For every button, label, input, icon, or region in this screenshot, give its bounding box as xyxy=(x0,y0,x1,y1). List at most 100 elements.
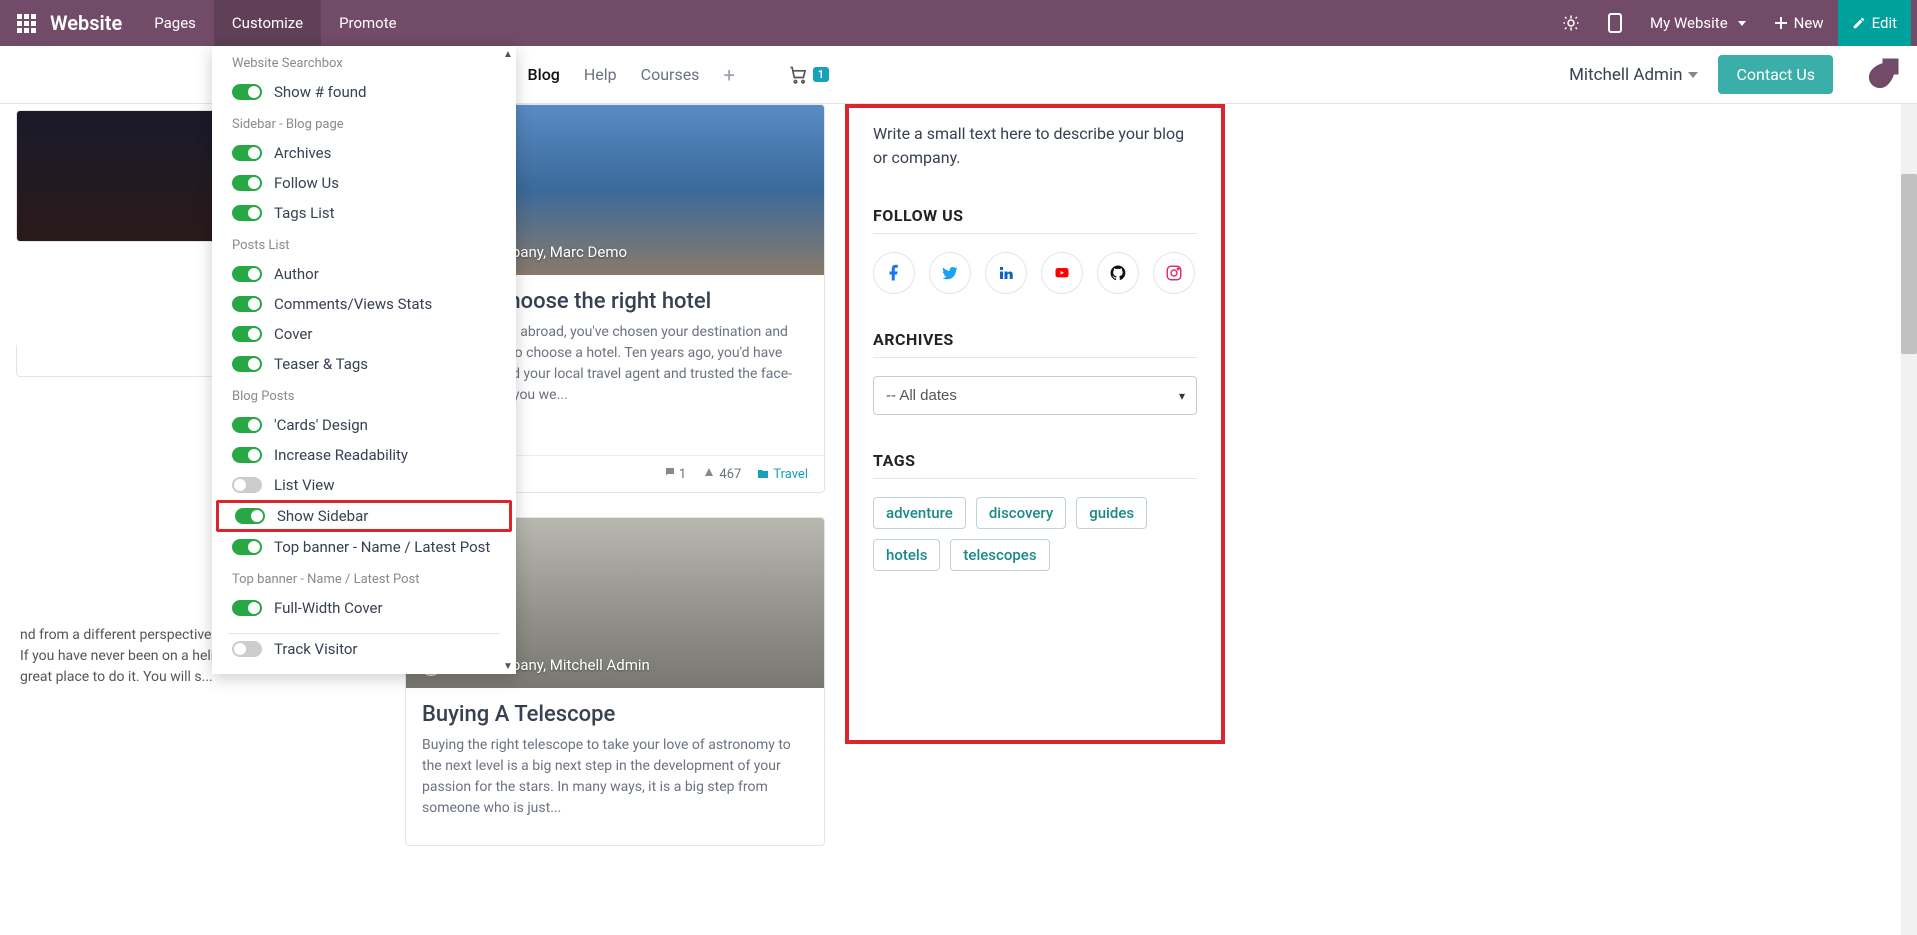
cart-badge: 1 xyxy=(813,67,829,82)
customize-option-top_banner[interactable]: Top banner - Name / Latest Post xyxy=(212,532,516,562)
edit-button-label: Edit xyxy=(1872,14,1897,32)
tag-hotels[interactable]: hotels xyxy=(873,539,940,571)
toggle-switch[interactable] xyxy=(232,205,262,221)
post-title[interactable]: Buying A Telescope xyxy=(422,702,808,727)
instagram-icon[interactable] xyxy=(1153,252,1195,294)
customize-option-label: Author xyxy=(274,265,319,283)
toggle-switch[interactable] xyxy=(232,356,262,372)
customize-option-track_visitor[interactable]: Track Visitor xyxy=(212,634,516,664)
customize-option-label: Track Visitor xyxy=(274,640,358,658)
customize-option-list_view[interactable]: List View xyxy=(212,470,516,500)
add-menu-icon[interactable]: + xyxy=(723,63,734,87)
linkedin-icon[interactable] xyxy=(985,252,1027,294)
customize-section-label: Posts List xyxy=(212,228,516,259)
customize-option-increase_readability[interactable]: Increase Readability xyxy=(212,440,516,470)
cart-button[interactable]: 1 xyxy=(787,65,829,85)
apps-icon[interactable] xyxy=(6,0,46,46)
nav-customize[interactable]: Customize xyxy=(214,0,321,46)
customize-section-label: Blog Posts xyxy=(212,379,516,410)
toggle-switch[interactable] xyxy=(232,326,262,342)
customize-option-label: Teaser & Tags xyxy=(274,355,368,373)
scroll-up-icon[interactable]: ▲ xyxy=(500,46,516,62)
customize-option-label: Archives xyxy=(274,144,331,162)
customize-option-label: Full-Width Cover xyxy=(274,599,383,617)
customize-option-show_found[interactable]: Show # found xyxy=(212,77,516,107)
customize-section-label: Website Searchbox xyxy=(212,46,516,77)
post-excerpt: Buying the right telescope to take your … xyxy=(422,735,808,819)
nav-blog[interactable]: Blog xyxy=(528,65,560,84)
toggle-switch[interactable] xyxy=(232,600,262,616)
caret-down-icon xyxy=(1738,21,1746,26)
customize-option-label: Top banner - Name / Latest Post xyxy=(274,538,490,556)
customize-option-label: Follow Us xyxy=(274,174,339,192)
customize-option-tags_list[interactable]: Tags List xyxy=(212,198,516,228)
toggle-switch[interactable] xyxy=(232,539,262,555)
tag-telescopes[interactable]: telescopes xyxy=(950,539,1049,571)
user-name: Mitchell Admin xyxy=(1569,65,1682,85)
customize-option-cards_design[interactable]: 'Cards' Design xyxy=(212,410,516,440)
archives-heading: ARCHIVES xyxy=(873,330,1197,358)
customize-option-label: Tags List xyxy=(274,204,335,222)
new-button[interactable]: New xyxy=(1760,0,1838,46)
nav-pages[interactable]: Pages xyxy=(136,0,214,46)
brand[interactable]: Website xyxy=(46,11,136,35)
customize-option-label: Increase Readability xyxy=(274,446,408,464)
customize-option-archives[interactable]: Archives xyxy=(212,138,516,168)
customize-option-full_width_cover[interactable]: Full-Width Cover xyxy=(212,593,516,623)
toggle-switch[interactable] xyxy=(232,447,262,463)
youtube-icon[interactable] xyxy=(1041,252,1083,294)
customize-section-label: Sidebar - Blog page xyxy=(212,107,516,138)
toggle-switch[interactable] xyxy=(232,641,262,657)
facebook-icon[interactable] xyxy=(873,252,915,294)
toggle-switch[interactable] xyxy=(232,175,262,191)
customize-option-follow_us[interactable]: Follow Us xyxy=(212,168,516,198)
toggle-switch[interactable] xyxy=(232,477,262,493)
theme-drop-icon[interactable] xyxy=(1864,57,1899,92)
toggle-switch[interactable] xyxy=(235,508,265,524)
toggle-switch[interactable] xyxy=(232,145,262,161)
customize-option-label: List View xyxy=(274,476,335,494)
customize-option-author[interactable]: Author xyxy=(212,259,516,289)
nav-courses[interactable]: Courses xyxy=(641,65,700,84)
website-switcher-label: My Website xyxy=(1650,14,1728,32)
edit-button[interactable]: Edit xyxy=(1838,0,1911,46)
toggle-switch[interactable] xyxy=(232,266,262,282)
category-link[interactable]: Travel xyxy=(757,467,808,482)
tag-discovery[interactable]: discovery xyxy=(976,497,1066,529)
customize-option-comments_views[interactable]: Comments/Views Stats xyxy=(212,289,516,319)
website-switcher[interactable]: My Website xyxy=(1636,0,1760,46)
tag-adventure[interactable]: adventure xyxy=(873,497,966,529)
twitter-icon[interactable] xyxy=(929,252,971,294)
new-button-label: New xyxy=(1794,14,1824,32)
toggle-switch[interactable] xyxy=(232,296,262,312)
scroll-down-icon[interactable]: ▼ xyxy=(500,658,516,674)
tag-guides[interactable]: guides xyxy=(1076,497,1147,529)
blog-sidebar: Write a small text here to describe your… xyxy=(845,104,1225,744)
user-menu[interactable]: Mitchell Admin xyxy=(1569,65,1698,85)
toggle-switch[interactable] xyxy=(232,84,262,100)
comments-stat: 1 xyxy=(664,466,687,482)
mobile-preview-icon[interactable] xyxy=(1594,0,1636,46)
customize-option-label: Comments/Views Stats xyxy=(274,295,432,313)
top-bar: Website Pages Customize Promote My Websi… xyxy=(0,0,1917,46)
customize-dropdown: Website SearchboxShow # foundSidebar - B… xyxy=(212,46,516,674)
follow-us-heading: FOLLOW US xyxy=(873,206,1197,234)
debug-icon[interactable] xyxy=(1548,0,1594,46)
customize-option-show_sidebar[interactable]: Show Sidebar xyxy=(216,500,512,532)
customize-option-label: 'Cards' Design xyxy=(274,416,368,434)
customize-option-cover[interactable]: Cover xyxy=(212,319,516,349)
customize-option-teaser_tags[interactable]: Teaser & Tags xyxy=(212,349,516,379)
toggle-switch[interactable] xyxy=(232,417,262,433)
views-stat: 467 xyxy=(702,466,741,482)
nav-help[interactable]: Help xyxy=(584,65,617,84)
tags-heading: TAGS xyxy=(873,451,1197,479)
scrollbar-thumb[interactable] xyxy=(1901,174,1917,354)
sidebar-description[interactable]: Write a small text here to describe your… xyxy=(873,122,1197,170)
github-icon[interactable] xyxy=(1097,252,1139,294)
customize-option-label: Show Sidebar xyxy=(277,507,368,525)
archives-select[interactable]: -- All dates xyxy=(873,376,1197,415)
nav-promote[interactable]: Promote xyxy=(321,0,415,46)
page-scrollbar[interactable] xyxy=(1901,104,1917,935)
category-label: Travel xyxy=(773,467,808,482)
contact-us-button[interactable]: Contact Us xyxy=(1718,55,1833,94)
